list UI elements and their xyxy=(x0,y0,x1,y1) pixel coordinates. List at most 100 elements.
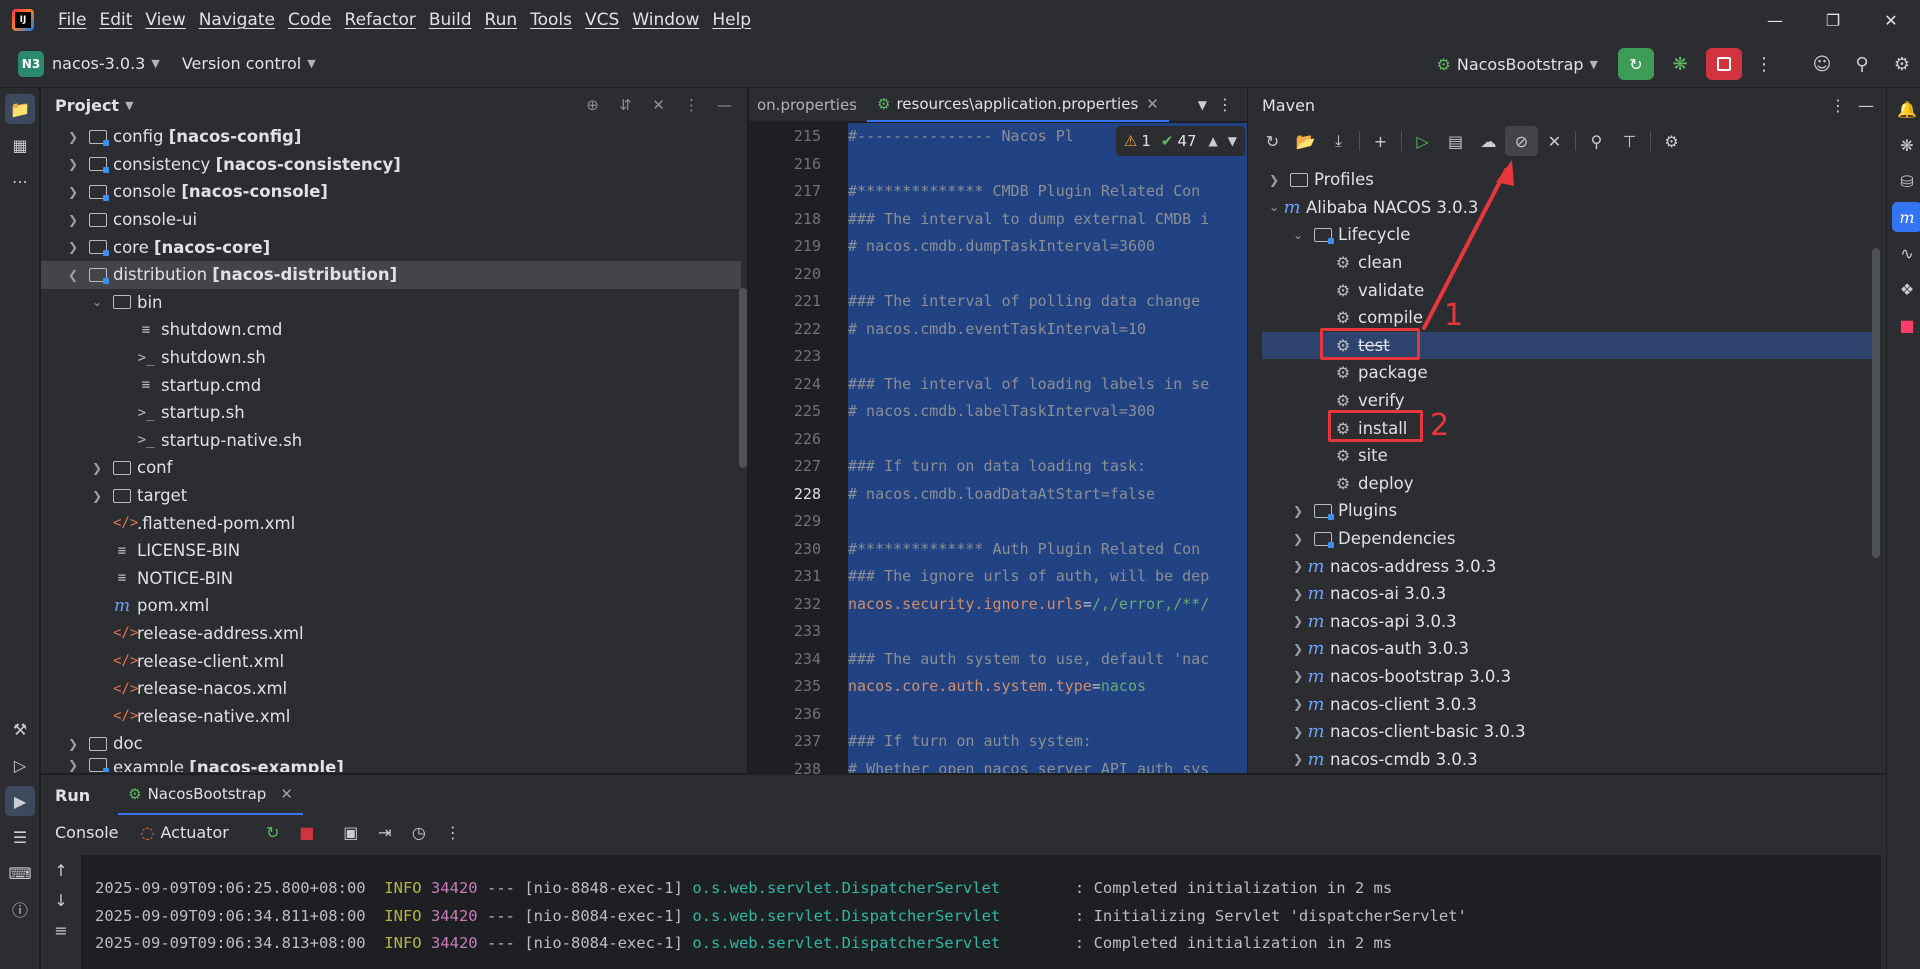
download-icon[interactable]: ⤓ xyxy=(1322,126,1355,156)
tree-item-file[interactable]: ≡ LICENSE-BIN xyxy=(41,537,741,565)
chevron-right-icon[interactable]: ❯ xyxy=(1290,725,1306,739)
tree-item-file[interactable]: m pom.xml xyxy=(41,592,741,620)
locate-icon[interactable]: ⊕ xyxy=(576,96,609,114)
search-icon[interactable]: ⚲ xyxy=(1844,48,1880,80)
chevron-right-icon[interactable]: ❯ xyxy=(1290,752,1306,766)
tree-item-config[interactable]: ❯ config [nacos-config] xyxy=(41,123,741,151)
chevron-down-icon[interactable]: ⌄ xyxy=(1266,200,1282,214)
arrow-down-icon[interactable]: ↓ xyxy=(46,885,76,915)
tree-item-file[interactable]: >_ startup.sh xyxy=(41,399,741,427)
chevron-right-icon[interactable]: ❯ xyxy=(89,489,105,503)
tree-item-example[interactable]: ❯ example [nacos-example] xyxy=(41,757,741,772)
maven-phase-package[interactable]: ⚙ package xyxy=(1262,359,1872,387)
chevron-right-icon[interactable]: ❯ xyxy=(1290,642,1306,656)
chevron-right-icon[interactable]: ❯ xyxy=(1290,587,1306,601)
more-tools-icon[interactable]: ⋯ xyxy=(5,166,35,196)
tree-item-file[interactable]: </> release-nacos.xml xyxy=(41,675,741,703)
tree-item-file[interactable]: </> release-native.xml xyxy=(41,702,741,730)
tree-item-file[interactable]: </> release-client.xml xyxy=(41,647,741,675)
chevron-right-icon[interactable]: ❯ xyxy=(65,737,81,751)
chevron-right-icon[interactable]: ❯ xyxy=(1290,669,1306,683)
run-maven-build-icon[interactable]: ▷ xyxy=(1406,126,1439,156)
add-user-icon[interactable]: ☺ xyxy=(1804,48,1840,80)
tree-item-file[interactable]: >_ startup-native.sh xyxy=(41,427,741,455)
tabs-dropdown-icon[interactable]: ▼ xyxy=(1198,98,1207,112)
tree-item-file[interactable]: </> .flattened-pom.xml xyxy=(41,509,741,537)
chevron-right-icon[interactable]: ❯ xyxy=(1290,504,1306,518)
maven-module[interactable]: ❯ m nacos-client 3.0.3 xyxy=(1262,690,1872,718)
maven-module[interactable]: ❯ m nacos-api 3.0.3 xyxy=(1262,608,1872,636)
maven-module[interactable]: ❯ m nacos-cmdb 3.0.3 xyxy=(1262,745,1872,773)
problems-tool-icon[interactable]: ⓘ xyxy=(5,894,35,924)
notifications-icon[interactable]: 🔔 xyxy=(1892,94,1920,124)
maven-phase-deploy[interactable]: ⚙ deploy xyxy=(1262,470,1872,498)
tree-item-bin[interactable]: ⌄ bin xyxy=(41,289,741,317)
menu-edit[interactable]: Edit xyxy=(99,10,132,30)
tree-item-distribution[interactable]: ❮ distribution [nacos-distribution] xyxy=(41,260,741,289)
plugin-icon[interactable]: ❖ xyxy=(1892,274,1920,304)
tree-item-console-ui[interactable]: ❯ console-ui xyxy=(41,206,741,234)
hide-panel-icon[interactable]: — xyxy=(1858,96,1874,115)
tree-item-conf[interactable]: ❯ conf xyxy=(41,454,741,482)
terminal-tool-icon[interactable]: ⌨ xyxy=(5,858,35,888)
menu-build[interactable]: Build xyxy=(429,10,472,30)
maven-plugins[interactable]: ❯ Plugins xyxy=(1262,497,1872,525)
reload-icon[interactable]: ↻ xyxy=(1256,126,1289,156)
add-maven-project-icon[interactable]: 📂 xyxy=(1289,126,1322,156)
version-control-menu[interactable]: Version control xyxy=(182,54,301,73)
more-icon[interactable]: ⋮ xyxy=(1746,48,1782,80)
layers-tool-icon[interactable]: ☰ xyxy=(5,822,35,852)
tree-item-target[interactable]: ❯ target xyxy=(41,482,741,510)
maven-options-icon[interactable]: ⋮ xyxy=(1830,96,1846,115)
chevron-right-icon[interactable]: ❯ xyxy=(65,758,81,772)
code-area[interactable]: #--------------- Nacos Pl #*************… xyxy=(848,123,1247,773)
tree-item-consistency[interactable]: ❯ consistency [nacos-consistency] xyxy=(41,151,741,179)
maven-settings-icon[interactable]: ⚙ xyxy=(1655,126,1688,156)
tree-item-file[interactable]: >_ shutdown.sh xyxy=(41,344,741,372)
rerun-button[interactable]: ↻ xyxy=(1618,48,1654,80)
database-icon[interactable]: ⛁ xyxy=(1892,166,1920,196)
structure-tool-icon[interactable]: ▦ xyxy=(5,130,35,160)
menu-window[interactable]: Window xyxy=(632,10,699,30)
chevron-right-icon[interactable]: ❯ xyxy=(65,240,81,254)
run-config-selector[interactable]: NacosBootstrap xyxy=(1457,55,1584,74)
collapse-all-icon[interactable]: ✕ xyxy=(642,96,675,114)
maven-profiles[interactable]: ❯ Profiles xyxy=(1262,166,1872,194)
collapse-all-icon[interactable]: ✕ xyxy=(1538,126,1571,156)
tree-item-file[interactable]: ≡ startup.cmd xyxy=(41,371,741,399)
chevron-right-icon[interactable]: ❯ xyxy=(1290,614,1306,628)
maven-dependencies[interactable]: ❯ Dependencies xyxy=(1262,525,1872,553)
chevron-down-icon[interactable]: ▼ xyxy=(125,99,133,112)
expand-all-icon[interactable]: ⇵ xyxy=(609,96,642,114)
maven-phase-validate[interactable]: ⚙ validate xyxy=(1262,276,1872,304)
arrow-up-icon[interactable]: ↑ xyxy=(46,855,76,885)
execute-goal-icon[interactable]: ▤ xyxy=(1439,126,1472,156)
chevron-right-icon[interactable]: ❯ xyxy=(65,130,81,144)
tree-item-doc[interactable]: ❯ doc xyxy=(41,730,741,758)
project-tool-icon[interactable]: 📁 xyxy=(5,94,35,124)
close-tab-icon[interactable]: ✕ xyxy=(280,785,293,803)
chevron-down-icon[interactable]: ❮ xyxy=(65,268,81,282)
menu-vcs[interactable]: VCS xyxy=(585,10,619,30)
settings-icon[interactable]: ⚙ xyxy=(1884,48,1920,80)
chevron-right-icon[interactable]: ❯ xyxy=(89,461,105,475)
menu-refactor[interactable]: Refactor xyxy=(345,10,416,30)
actuator-tab[interactable]: ◌ Actuator xyxy=(141,823,229,842)
options-icon[interactable]: ⋮ xyxy=(675,96,708,114)
menu-code[interactable]: Code xyxy=(288,10,332,30)
maven-module[interactable]: ❯ m nacos-client-basic 3.0.3 xyxy=(1262,718,1872,746)
add-icon[interactable]: + xyxy=(1364,126,1397,156)
stop-button[interactable] xyxy=(1706,48,1742,80)
rerun-icon[interactable]: ↻ xyxy=(261,823,285,842)
console-tab[interactable]: Console xyxy=(55,823,119,842)
menu-tools[interactable]: Tools xyxy=(530,10,572,30)
build-tool-icon[interactable]: ⚒ xyxy=(5,714,35,744)
chevron-down-icon[interactable]: ▼ xyxy=(1228,134,1237,148)
restore-icon[interactable]: ❐ xyxy=(1804,0,1862,40)
chevron-up-icon[interactable]: ▲ xyxy=(1209,134,1218,148)
chevron-right-icon[interactable]: ❯ xyxy=(65,185,81,199)
exit-icon[interactable]: ⇥ xyxy=(373,823,397,842)
chevron-right-icon[interactable]: ❯ xyxy=(1290,532,1306,546)
menu-view[interactable]: View xyxy=(145,10,185,30)
chevron-right-icon[interactable]: ❯ xyxy=(65,157,81,171)
